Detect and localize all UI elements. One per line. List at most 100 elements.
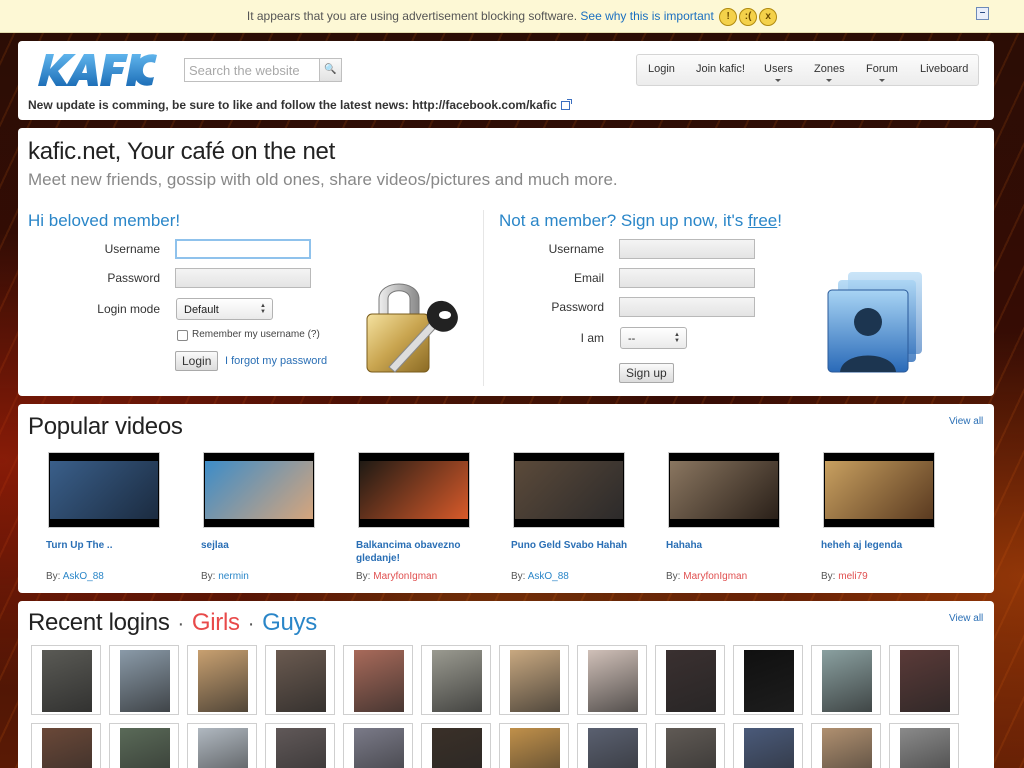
nav-users[interactable]: Users — [764, 63, 793, 75]
avatar[interactable] — [421, 645, 491, 715]
video-title[interactable]: sejlaa — [201, 539, 321, 552]
iam-label: I am — [580, 331, 604, 345]
avatar[interactable] — [499, 723, 569, 768]
adblock-info-link[interactable]: See why this is important — [580, 9, 713, 23]
avatar[interactable] — [733, 723, 803, 768]
login-password-input[interactable] — [175, 268, 311, 288]
avatar[interactable] — [31, 645, 101, 715]
minimize-icon[interactable]: – — [976, 7, 989, 20]
girls-filter-link[interactable]: Girls — [192, 609, 240, 636]
avatar[interactable] — [187, 723, 257, 768]
avatar[interactable] — [811, 723, 881, 768]
iam-select[interactable]: -- ▲ ▼ — [620, 327, 687, 349]
avatar[interactable] — [421, 723, 491, 768]
video-thumbnail[interactable] — [203, 452, 315, 528]
videos-view-all-link[interactable]: View all — [949, 416, 983, 427]
nav-zones[interactable]: Zones — [814, 63, 845, 75]
video-card[interactable]: Balkancima obavezno gledanje! By: Maryfon… — [356, 452, 470, 582]
video-card[interactable]: heheh aj legenda By: meli79 — [821, 452, 935, 582]
login-username-input[interactable] — [175, 239, 311, 259]
video-author-link[interactable]: AskO_88 — [528, 571, 569, 582]
avatar-photo — [354, 728, 404, 768]
avatar-photo — [42, 728, 92, 768]
search-icon: 🔍 — [324, 64, 337, 75]
avatar[interactable] — [889, 723, 959, 768]
video-title[interactable]: Puno Geld Svabo Hahah — [511, 539, 631, 552]
video-author: By: MaryfonIgman — [356, 571, 437, 582]
free-link[interactable]: free — [748, 211, 777, 230]
video-author-link[interactable]: AskO_88 — [63, 571, 104, 582]
nav-login[interactable]: Login — [648, 63, 675, 75]
video-thumbnail[interactable] — [823, 452, 935, 528]
video-thumbnail[interactable] — [513, 452, 625, 528]
avatar[interactable] — [655, 723, 725, 768]
avatar[interactable] — [889, 645, 959, 715]
guys-filter-link[interactable]: Guys — [262, 609, 317, 636]
video-card[interactable]: Turn Up The .. By: AskO_88 — [46, 452, 160, 582]
signup-button[interactable]: Sign up — [619, 363, 674, 383]
avatar-photo — [744, 728, 794, 768]
avatar[interactable] — [733, 645, 803, 715]
avatar[interactable] — [265, 645, 335, 715]
login-mode-value: Default — [184, 304, 219, 316]
signup-heading: Not a member? Sign up now, it's free! — [499, 211, 782, 231]
video-title[interactable]: heheh aj legenda — [821, 539, 941, 552]
login-mode-select[interactable]: Default ▲ ▼ — [176, 298, 273, 320]
avatar[interactable] — [31, 723, 101, 768]
video-author-link[interactable]: MaryfonIgman — [373, 571, 437, 582]
nav-liveboard[interactable]: Liveboard — [920, 63, 968, 75]
nav-forum[interactable]: Forum — [866, 63, 898, 75]
video-title[interactable]: Hahaha — [666, 539, 786, 552]
search-box: 🔍 — [184, 58, 342, 82]
avatar-photo — [588, 650, 638, 712]
by-label: By: — [511, 571, 526, 582]
video-card[interactable]: sejlaa By: nermin — [201, 452, 315, 582]
avatar[interactable] — [265, 723, 335, 768]
search-button[interactable]: 🔍 — [319, 59, 341, 81]
select-arrows-icon: ▲ ▼ — [260, 303, 266, 315]
video-card[interactable]: Hahaha By: MaryfonIgman — [666, 452, 780, 582]
angry-face-icon[interactable]: x — [759, 7, 778, 26]
login-password-label: Password — [107, 271, 160, 285]
avatar[interactable] — [811, 645, 881, 715]
surprised-face-icon[interactable]: ! — [719, 7, 738, 26]
logins-view-all-link[interactable]: View all — [949, 613, 983, 624]
signup-email-input[interactable] — [619, 268, 755, 288]
video-title[interactable]: Balkancima obavezno gledanje! — [356, 539, 476, 565]
by-label: By: — [356, 571, 371, 582]
video-frame — [360, 461, 468, 519]
video-title[interactable]: Turn Up The .. — [46, 539, 166, 552]
nav-join[interactable]: Join kafic! — [696, 63, 745, 75]
avatar[interactable] — [499, 645, 569, 715]
signup-username-input[interactable] — [619, 239, 755, 259]
forgot-password-link[interactable]: I forgot my password — [225, 355, 327, 367]
signup-password-input[interactable] — [619, 297, 755, 317]
video-thumbnail[interactable] — [48, 452, 160, 528]
video-author-link[interactable]: MaryfonIgman — [683, 571, 747, 582]
kafic-logo[interactable] — [36, 53, 158, 87]
video-frame — [825, 461, 933, 519]
avatar[interactable] — [577, 645, 647, 715]
video-author-link[interactable]: meli79 — [838, 571, 867, 582]
login-button[interactable]: Login — [175, 351, 219, 371]
signup-password-label: Password — [551, 300, 604, 314]
avatar[interactable] — [343, 645, 413, 715]
login-mode-label: Login mode — [97, 302, 160, 316]
column-divider — [483, 210, 484, 386]
avatar[interactable] — [577, 723, 647, 768]
avatar[interactable] — [343, 723, 413, 768]
avatar-photo — [822, 650, 872, 712]
video-author-link[interactable]: nermin — [218, 571, 249, 582]
remember-checkbox[interactable] — [177, 330, 188, 341]
video-thumbnail[interactable] — [668, 452, 780, 528]
search-input[interactable] — [185, 59, 319, 81]
video-thumbnail[interactable] — [358, 452, 470, 528]
avatar[interactable] — [655, 645, 725, 715]
avatar-photo — [666, 650, 716, 712]
avatar[interactable] — [109, 723, 179, 768]
sad-face-icon[interactable]: :( — [739, 7, 758, 26]
avatar[interactable] — [187, 645, 257, 715]
news-link[interactable]: New update is comming, be sure to like a… — [28, 98, 557, 112]
video-card[interactable]: Puno Geld Svabo Hahah By: AskO_88 — [511, 452, 627, 582]
avatar[interactable] — [109, 645, 179, 715]
